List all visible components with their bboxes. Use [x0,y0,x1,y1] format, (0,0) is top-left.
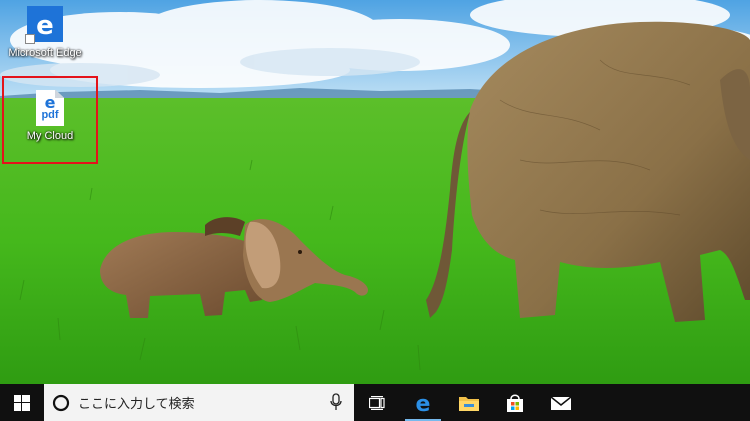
start-button[interactable] [0,384,44,421]
taskbar-store-button[interactable] [492,384,538,421]
desktop-icon-label: My Cloud [26,130,74,142]
task-view-icon [369,395,385,410]
taskbar-mail-button[interactable] [538,384,584,421]
search-placeholder: ここに入力して検索 [78,396,195,411]
task-view-button[interactable] [354,384,400,421]
windows-logo-icon [14,394,30,411]
edge-icon: e [25,6,63,44]
cortana-icon [52,394,70,411]
taskbar-file-explorer-button[interactable] [446,384,492,421]
folder-icon [459,396,479,411]
taskbar-edge-button[interactable]: e [400,384,446,421]
shortcut-arrow-icon [25,34,35,44]
desktop-icon-label: Microsoft Edge [8,47,82,59]
edge-icon: e [416,392,431,414]
desktop-icon-my-cloud[interactable]: e pdf My Cloud [2,76,98,164]
microphone-icon[interactable] [330,393,342,411]
store-icon [507,394,523,412]
desktop-wallpaper [0,0,750,384]
taskbar-search-box[interactable]: ここに入力して検索 [44,384,354,421]
desktop-icon-microsoft-edge[interactable]: e Microsoft Edge [0,0,90,60]
pdf-glyph: pdf [41,109,59,121]
taskbar: ここに入力して検索 e [0,384,750,421]
mail-icon [550,395,572,410]
pdf-file-icon: e pdf [36,90,64,126]
svg-text:e: e [36,11,54,41]
svg-text:e: e [416,392,431,414]
